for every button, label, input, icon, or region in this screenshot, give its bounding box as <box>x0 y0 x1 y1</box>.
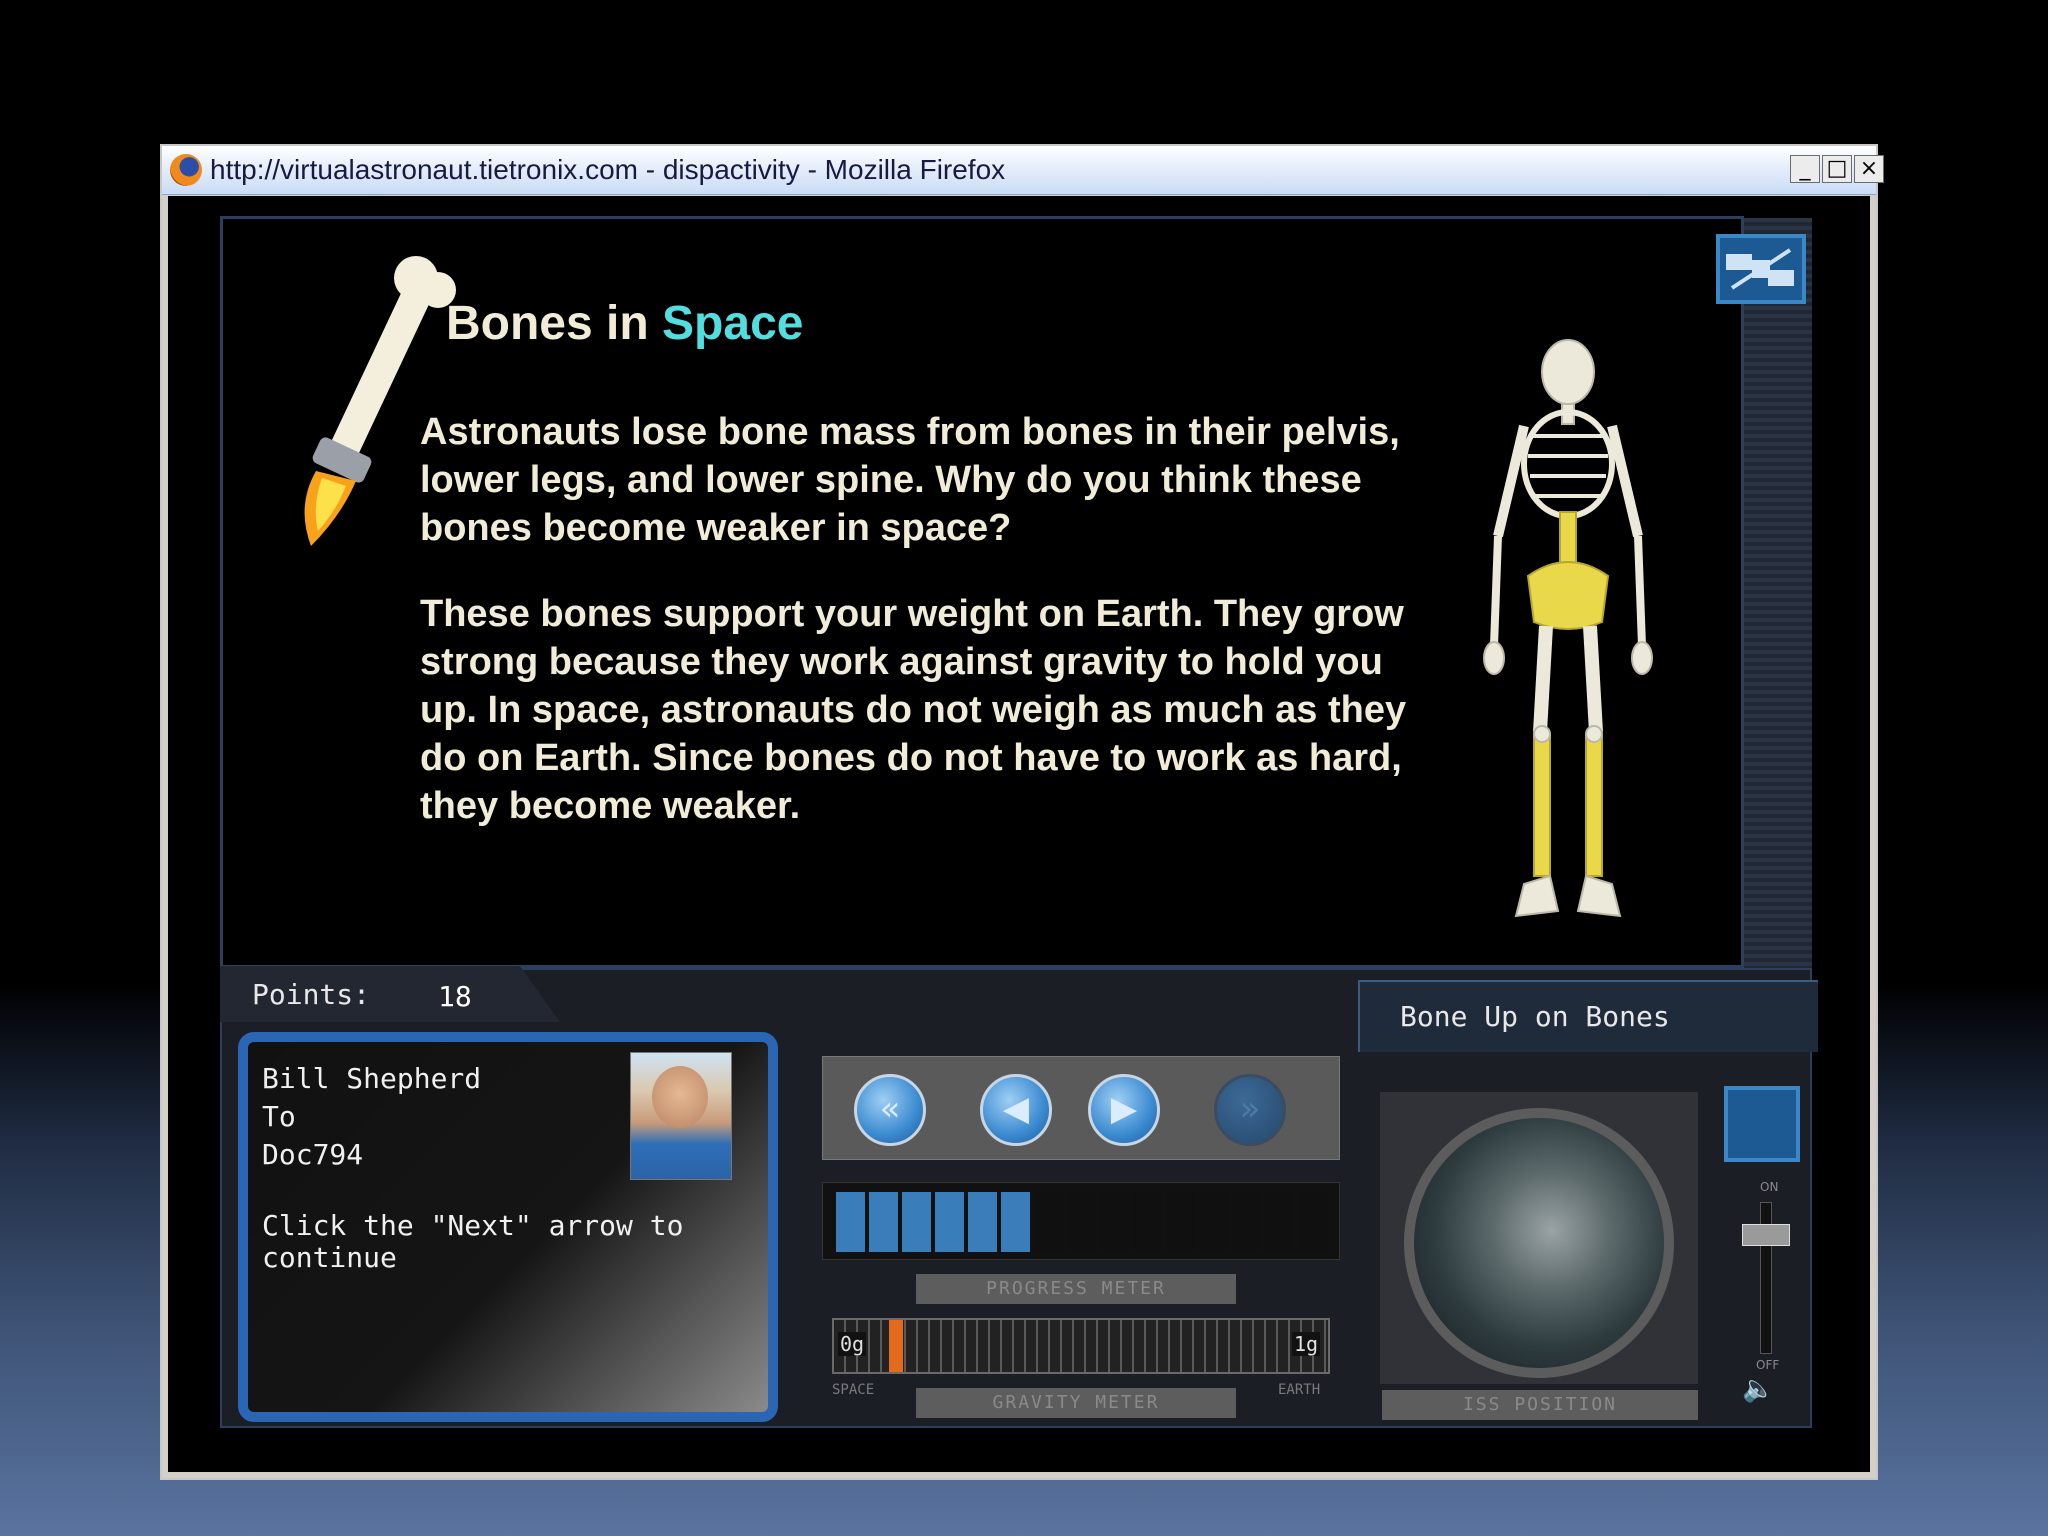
progress-cell <box>869 1192 898 1252</box>
gravity-meter-caption: GRAVITY METER <box>916 1388 1236 1418</box>
volume-slider-handle[interactable] <box>1742 1224 1790 1246</box>
next-button[interactable]: ▶ <box>1088 1074 1160 1146</box>
space-station-icon <box>1726 248 1794 290</box>
close-button[interactable]: × <box>1854 155 1884 183</box>
maximize-button[interactable]: □ <box>1822 155 1852 183</box>
message-recipient: Doc794 <box>262 1138 364 1171</box>
progress-cell <box>1133 1192 1162 1252</box>
page-content: Bones in Space Astronauts lose bone mass… <box>168 196 1870 1472</box>
progress-meter-caption: PROGRESS METER <box>916 1274 1236 1304</box>
message-to-label: To <box>262 1100 296 1133</box>
gravity-min-label: 0g <box>838 1332 867 1356</box>
gravity-space-label: SPACE <box>832 1382 875 1398</box>
progress-cells <box>836 1192 1327 1252</box>
iss-position-caption: ISS POSITION <box>1382 1390 1698 1420</box>
progress-cell <box>1232 1192 1261 1252</box>
points-label: Points: <box>252 978 371 1011</box>
title-bar[interactable]: http://virtualastronaut.tietronix.com - … <box>162 146 1884 195</box>
browser-window: http://virtualastronaut.tietronix.com - … <box>160 144 1884 1480</box>
progress-cell <box>902 1192 931 1252</box>
progress-cell <box>1298 1192 1327 1252</box>
earth-globe <box>1404 1108 1674 1378</box>
answer-text: These bones support your weight on Earth… <box>420 593 1407 827</box>
avatar-face <box>652 1066 708 1128</box>
progress-cell <box>935 1192 964 1252</box>
progress-cell <box>1199 1192 1228 1252</box>
progress-cell <box>1001 1192 1030 1252</box>
space-station-button[interactable] <box>1716 234 1806 304</box>
message-instruction: Click the "Next" arrow to continue <box>262 1209 684 1274</box>
previous-button[interactable]: ◀ <box>980 1074 1052 1146</box>
gravity-earth-label: EARTH <box>1278 1382 1321 1398</box>
minimize-button[interactable]: _ <box>1790 155 1820 183</box>
last-button: » <box>1214 1074 1286 1146</box>
gravity-meter <box>832 1318 1330 1374</box>
window-title: http://virtualastronaut.tietronix.com - … <box>210 154 1006 185</box>
volume-off-label: OFF <box>1756 1358 1780 1372</box>
sound-button[interactable] <box>1724 1086 1800 1162</box>
firefox-icon <box>170 154 202 186</box>
speaker-icon: 🔈 <box>1742 1374 1775 1404</box>
progress-cell <box>1166 1192 1195 1252</box>
gravity-indicator <box>889 1320 903 1372</box>
progress-cell <box>1265 1192 1294 1252</box>
topic-label: Bone Up on Bones <box>1400 1000 1670 1033</box>
progress-cell <box>1067 1192 1096 1252</box>
progress-cell <box>1034 1192 1063 1252</box>
progress-cell <box>1100 1192 1129 1252</box>
message-from: Bill Shepherd <box>262 1062 482 1095</box>
first-button[interactable]: « <box>854 1074 926 1146</box>
gravity-max-label: 1g <box>1292 1332 1321 1356</box>
volume-on-label: ON <box>1760 1180 1779 1194</box>
progress-cell <box>836 1192 865 1252</box>
progress-cell <box>968 1192 997 1252</box>
question-text: Astronauts lose bone mass from bones in … <box>420 411 1400 549</box>
points-value: 18 <box>438 980 472 1013</box>
skeleton-illustration <box>1483 339 1653 918</box>
page-title: Bones in Space <box>446 297 804 350</box>
